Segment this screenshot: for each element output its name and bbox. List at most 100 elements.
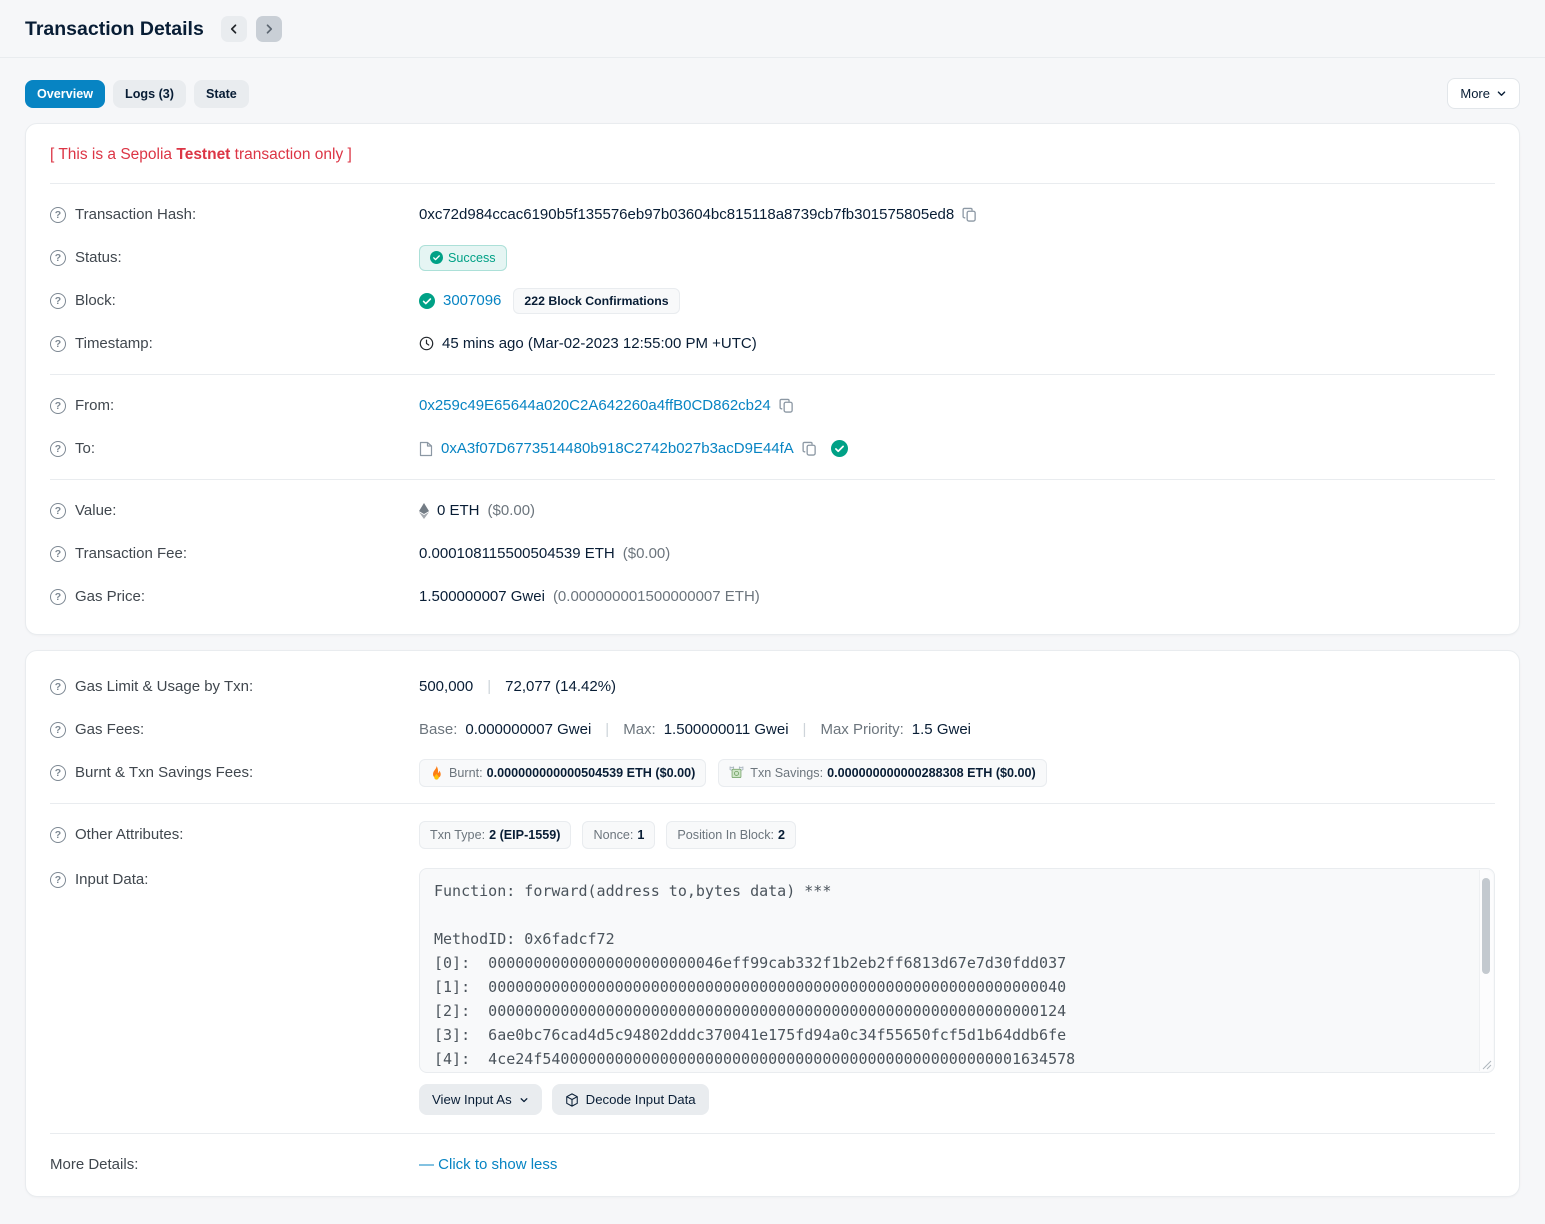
timestamp-value: 45 mins ago (Mar-02-2023 12:55:00 PM +UT… — [442, 335, 757, 352]
timestamp-label: Timestamp: — [75, 335, 153, 352]
status-badge-label: Success — [448, 251, 496, 265]
input-data-scrollbar-track — [1479, 870, 1493, 1071]
tabs-row: Overview Logs (3) State More — [25, 78, 1520, 109]
page-header: Transaction Details — [25, 0, 1520, 57]
next-transaction-button[interactable] — [256, 16, 282, 42]
value-usd: ($0.00) — [488, 502, 536, 519]
details-card: ? Gas Limit & Usage by Txn: 500,000 | 72… — [25, 650, 1520, 1197]
help-icon[interactable]: ? — [50, 398, 66, 414]
textarea-resize-handle[interactable] — [1481, 1059, 1492, 1070]
gas-priority-value: 1.5 Gwei — [912, 721, 971, 738]
ethereum-icon — [419, 503, 429, 519]
block-number-link[interactable]: 3007096 — [443, 292, 501, 309]
gas-limit-row: ? Gas Limit & Usage by Txn: 500,000 | 72… — [50, 665, 1495, 708]
input-data-textarea[interactable]: Function: forward(address to,bytes data)… — [419, 868, 1495, 1073]
burnt-label: Burnt: — [449, 766, 483, 780]
chevron-down-icon — [519, 1095, 529, 1105]
nonce-badge: Nonce: 1 — [582, 821, 655, 849]
help-icon[interactable]: ? — [50, 207, 66, 223]
burnt-value: 0.000000000000504539 ETH ($0.00) — [487, 766, 696, 780]
copy-icon — [802, 441, 817, 456]
page-title: Transaction Details — [25, 18, 204, 41]
txn-type-label: Txn Type: — [430, 828, 485, 842]
help-icon[interactable]: ? — [50, 872, 66, 888]
copy-transaction-hash-button[interactable] — [962, 207, 977, 222]
more-button[interactable]: More — [1447, 78, 1520, 109]
txn-savings-badge: Txn Savings: 0.000000000000288308 ETH ($… — [718, 759, 1046, 787]
decode-input-data-button[interactable]: Decode Input Data — [552, 1084, 709, 1115]
help-icon[interactable]: ? — [50, 250, 66, 266]
input-data-scrollbar-thumb[interactable] — [1482, 878, 1490, 974]
status-row: ? Status: Success — [50, 236, 1495, 279]
chevron-right-icon — [263, 23, 275, 35]
help-icon[interactable]: ? — [50, 293, 66, 309]
previous-transaction-button[interactable] — [221, 16, 247, 42]
gas-priority-label: Max Priority: — [820, 721, 903, 738]
warning-text-bold: Testnet — [176, 146, 230, 163]
click-to-show-less-link[interactable]: — Click to show less — [419, 1156, 557, 1173]
help-icon[interactable]: ? — [50, 722, 66, 738]
more-details-label: More Details: — [50, 1156, 138, 1173]
help-icon[interactable]: ? — [50, 503, 66, 519]
position-in-block-value: 2 — [778, 828, 785, 842]
help-icon[interactable]: ? — [50, 441, 66, 457]
other-attributes-row: ? Other Attributes: Txn Type: 2 (EIP-155… — [50, 813, 1495, 856]
value-row: ? Value: 0 ETH ($0.00) — [50, 489, 1495, 532]
nonce-value: 1 — [637, 828, 644, 842]
transaction-hash-value: 0xc72d984ccac6190b5f135576eb97b03604bc81… — [419, 206, 954, 223]
input-data-label: Input Data: — [75, 871, 148, 888]
value-label: Value: — [75, 502, 116, 519]
view-input-as-label: View Input As — [432, 1092, 512, 1107]
tab-overview[interactable]: Overview — [25, 80, 105, 108]
money-wings-icon — [729, 766, 744, 779]
separator: | — [803, 721, 807, 738]
more-details-row: More Details: — Click to show less — [50, 1134, 1495, 1196]
status-label: Status: — [75, 249, 122, 266]
copy-from-address-button[interactable] — [779, 398, 794, 413]
txn-savings-label: Txn Savings: — [750, 766, 823, 780]
from-label: From: — [75, 397, 114, 414]
input-data-row: ? Input Data: Function: forward(address … — [50, 856, 1495, 1115]
from-address-link[interactable]: 0x259c49E65644a020C2A642260a4ffB0CD862cb… — [419, 397, 771, 414]
testnet-warning: [ This is a Sepolia Testnet transaction … — [50, 124, 1495, 183]
gas-max-label: Max: — [623, 721, 656, 738]
position-in-block-label: Position In Block: — [677, 828, 774, 842]
gas-usage-value: 72,077 (14.42%) — [505, 678, 616, 695]
transaction-fee-label: Transaction Fee: — [75, 545, 187, 562]
copy-to-address-button[interactable] — [802, 441, 817, 456]
to-address-link[interactable]: 0xA3f07D6773514480b918C2742b027b3acD9E44… — [441, 440, 794, 457]
help-icon[interactable]: ? — [50, 679, 66, 695]
txn-type-value: 2 (EIP-1559) — [489, 828, 560, 842]
transaction-details-page: Transaction Details Overview Logs (3) St… — [0, 0, 1545, 1197]
chevron-down-icon — [1496, 88, 1507, 99]
transaction-hash-row: ? Transaction Hash: 0xc72d984ccac6190b5f… — [50, 193, 1495, 236]
decode-input-data-label: Decode Input Data — [586, 1092, 696, 1107]
help-icon[interactable]: ? — [50, 336, 66, 352]
tab-state[interactable]: State — [194, 80, 249, 108]
burnt-badge: Burnt: 0.000000000000504539 ETH ($0.00) — [419, 759, 706, 787]
gas-fees-row: ? Gas Fees: Base: 0.000000007 Gwei | Max… — [50, 708, 1495, 751]
help-icon[interactable]: ? — [50, 589, 66, 605]
txn-type-badge: Txn Type: 2 (EIP-1559) — [419, 821, 571, 849]
separator: | — [487, 678, 491, 695]
clock-icon — [419, 336, 434, 351]
chevron-left-icon — [228, 23, 240, 35]
gas-fees-label: Gas Fees: — [75, 721, 144, 738]
gas-base-label: Base: — [419, 721, 457, 738]
input-data-content: Function: forward(address to,bytes data)… — [434, 879, 1470, 1072]
transaction-fee-eth: 0.000108115500504539 ETH — [419, 545, 615, 562]
tab-logs[interactable]: Logs (3) — [113, 80, 186, 108]
block-label: Block: — [75, 292, 116, 309]
view-input-as-button[interactable]: View Input As — [419, 1084, 542, 1115]
help-icon[interactable]: ? — [50, 546, 66, 562]
copy-icon — [962, 207, 977, 222]
help-icon[interactable]: ? — [50, 827, 66, 843]
burnt-fees-row: ? Burnt & Txn Savings Fees: Burnt: 0.000… — [50, 751, 1495, 794]
transaction-hash-label: Transaction Hash: — [75, 206, 196, 223]
from-row: ? From: 0x259c49E65644a020C2A642260a4ffB… — [50, 384, 1495, 427]
more-button-label: More — [1460, 86, 1490, 101]
help-icon[interactable]: ? — [50, 765, 66, 781]
status-badge: Success — [419, 245, 507, 271]
txn-savings-value: 0.000000000000288308 ETH ($0.00) — [827, 766, 1036, 780]
check-circle-icon — [419, 293, 435, 309]
